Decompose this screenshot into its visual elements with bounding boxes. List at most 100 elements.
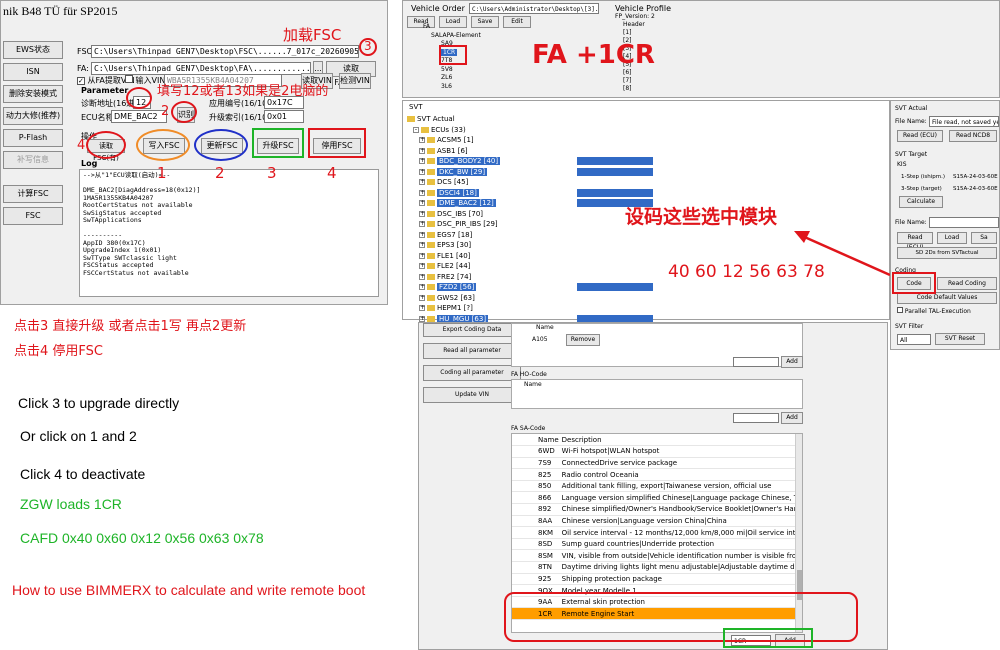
sa-row[interactable]: 925 Shipping protection package [512,573,802,586]
svt-ecu-item[interactable]: + FLE2 [44] [407,261,657,272]
svt-reset-button[interactable]: SVT Reset [935,333,985,345]
svt-ecu-item[interactable]: + FRE2 [74] [407,272,657,283]
remove-button[interactable]: Remove [566,334,600,346]
coding-all-parameter-button[interactable]: Coding all parameter [423,365,521,381]
expand-icon[interactable]: + [419,263,425,270]
upgrade-index-field[interactable]: 0x01 [264,110,304,123]
fa-tree-node[interactable]: 5V8 [423,66,523,75]
expand-icon[interactable]: + [419,284,425,291]
svt-ecu-item[interactable]: + FZD2 [56] [407,282,657,293]
expand-icon[interactable]: + [419,210,425,217]
calculate-button[interactable]: Calculate [899,196,943,208]
expand-icon[interactable]: + [419,231,425,238]
svt-ecu-item[interactable]: + DME_BAC2 [12] [407,198,657,209]
ho-add-button[interactable]: Add [781,412,803,424]
fa-tree-node[interactable]: SA9 [423,40,523,49]
sa-row[interactable]: 825 Radio control Oceania [512,468,802,481]
sa-row[interactable]: 8KM Oil service interval - 12 months/12,0… [512,526,802,539]
ho-add-field[interactable] [733,413,779,423]
element-add-button[interactable]: Add [781,356,803,368]
svt-ecu-count[interactable]: - ECUs (33) [407,125,657,136]
sidebar-item-overhaul[interactable]: 动力大修(推荐) [3,107,63,125]
expand-icon[interactable]: + [419,168,425,175]
svt-ecu-item[interactable]: + DCS [45] [407,177,657,188]
svt-ecu-item[interactable]: + DSCI4 [18] [407,188,657,199]
fa-tree-node[interactable]: 7T8 [423,57,523,66]
ecu-name-field[interactable]: DME_BAC2 [111,110,167,123]
sa-row[interactable]: 850 Additional tank filling, export|Taiwa… [512,480,802,493]
expand-icon[interactable]: + [419,137,425,144]
sidebar-item-info[interactable]: 补写信息 [3,151,63,169]
expand-icon[interactable]: + [419,158,425,165]
sidebar-item-delete-install[interactable]: 删除安装模式 [3,85,63,103]
fa-tree-root[interactable]: FA [423,23,523,32]
sa-row[interactable]: 8TN Daytime driving lights light menu adj… [512,561,802,574]
svt-root[interactable]: SVT Actual [407,114,657,125]
fsc-path-field[interactable]: C:\Users\Thinpad GEN7\Desktop\FSC\......… [91,45,359,58]
expand-icon[interactable]: + [419,252,425,259]
fa-tree-node[interactable]: 3L6 [423,83,523,92]
fa-tree-node-1cr[interactable]: 1CR [423,48,523,58]
element-add-field[interactable] [733,357,779,367]
profile-node[interactable]: [1] [615,29,695,37]
read-ecu-button-2[interactable]: Read (ECU) [897,232,933,251]
check-vin-button[interactable]: 检测VIN [339,73,371,89]
sa-row[interactable]: 7S9 ConnectedDrive service package [512,457,802,470]
sa-row[interactable]: 6WD Wi-Fi hotspot|WLAN hotspot [512,445,802,458]
sidebar-item-ews[interactable]: EWS状态 [3,41,63,59]
read-coding-button[interactable]: Read Coding [937,277,997,290]
svt-ecu-item[interactable]: + HEPM1 [?] [407,303,657,314]
profile-node[interactable]: [7] [615,77,695,85]
expand-icon[interactable]: + [419,179,425,186]
sa-row[interactable]: 866 Language version simplified Chinese|L… [512,491,802,505]
read-all-parameter-button[interactable]: Read all parameter [423,343,521,359]
svt-ecu-item[interactable]: + GWS2 [63] [407,293,657,304]
expand-icon[interactable]: + [419,294,425,301]
file-name-field-2[interactable] [929,217,999,228]
sa-row[interactable]: 892 Chinese simplified/Owner's Handbook/S… [512,503,802,516]
svt-ecu-item[interactable]: + ASB1 [6] [407,146,657,157]
sidebar-item-isn[interactable]: ISN [3,63,63,81]
profile-node[interactable]: [6] [615,69,695,77]
element-row-a105[interactable]: A105 [532,336,548,343]
parallel-checkbox[interactable]: Parallel TAL-Execution [897,307,971,315]
fa-tree-node[interactable]: ZL6 [423,74,523,83]
read-ncd-button[interactable]: Read NCD8 [949,130,997,142]
profile-node[interactable]: FP_Version: 2 [615,13,695,21]
svt-ecu-item[interactable]: + ACSM5 [1] [407,135,657,146]
read-ecu-button[interactable]: Read (ECU) [897,130,943,142]
file-name-field[interactable]: File read, not saved yet [929,116,999,127]
sa-button[interactable]: Sa [971,232,997,244]
svt-ecu-item[interactable]: + FLE1 [40] [407,251,657,262]
update-vin-button[interactable]: Update VIN [423,387,521,403]
sd-button[interactable]: SD 2Ds from SVTactual [897,247,997,259]
sidebar-item-pflash[interactable]: P-Flash [3,129,63,147]
expand-icon[interactable]: + [419,189,425,196]
vehicle-order-path[interactable]: C:\Users\Administrator\Desktop\[3].1111.… [469,3,599,14]
profile-node[interactable]: Header [615,21,695,29]
svt-ecu-item[interactable]: + DSC_PIR_IBS [29] [407,219,657,230]
sa-row[interactable]: 8SM VIN, visible from outside|Vehicle ide… [512,549,802,563]
svt-ecu-item[interactable]: + EPS3 [30] [407,240,657,251]
expand-icon[interactable]: + [419,200,425,207]
svt-ecu-item[interactable]: + DKC_BW [29] [407,167,657,178]
svt-ecu-item[interactable]: + DSC_IBS [70] [407,209,657,220]
profile-node[interactable]: [8] [615,85,695,93]
sa-row[interactable]: 8AA Chinese version|Language version Chin… [512,515,802,528]
sidebar-item-calc-fsc[interactable]: 计算FSC [3,185,63,203]
expand-icon[interactable]: + [419,221,425,228]
expand-icon[interactable]: + [419,315,425,322]
fa-tree-node[interactable]: SALAPA-Element [423,32,523,41]
expand-icon[interactable]: + [419,242,425,249]
load-button-2[interactable]: Load [937,232,967,244]
sa-row[interactable]: 8SD Sump guard countries|Underride protec… [512,538,802,551]
export-coding-button[interactable]: Export Coding Data [423,323,521,337]
expand-icon[interactable]: + [419,273,425,280]
vehicle-order-window: Vehicle Order C:\Users\Administrator\Des… [402,0,1000,98]
svt-ecu-item[interactable]: + BDC_BODY2 [40] [407,156,657,167]
sidebar-item-fsc[interactable]: FSC [3,207,63,225]
expand-icon[interactable]: + [419,147,425,154]
svt-ecu-item[interactable]: + EGS7 [18] [407,230,657,241]
expand-icon[interactable]: + [419,305,425,312]
svt-filter-select[interactable]: All [897,334,931,345]
